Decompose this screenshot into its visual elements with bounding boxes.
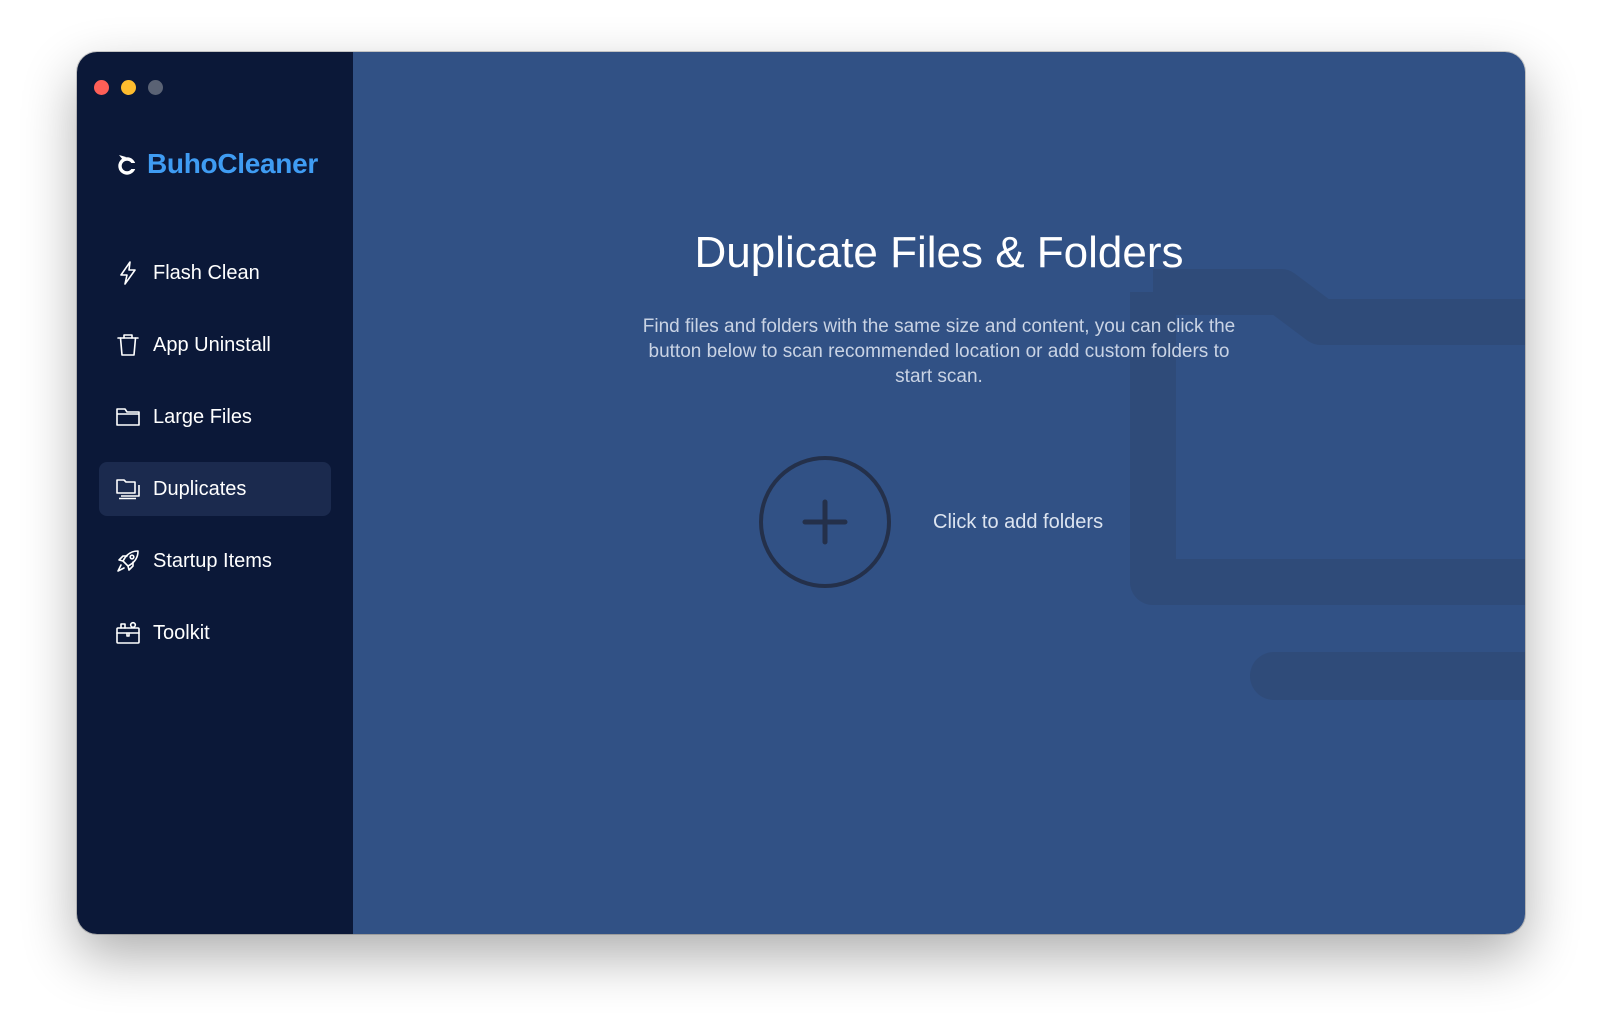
sidebar-item-toolkit[interactable]: Toolkit <box>99 606 331 660</box>
app-brand: BuhoCleaner <box>115 148 318 180</box>
page-title: Duplicate Files & Folders <box>694 228 1184 277</box>
folder-icon <box>116 408 140 426</box>
sidebar-item-label: Flash Clean <box>153 261 260 284</box>
sidebar-item-duplicates[interactable]: Duplicates <box>99 462 331 516</box>
page-description: Find files and folders with the same siz… <box>642 316 1236 387</box>
sidebar-item-label: App Uninstall <box>153 333 271 356</box>
trash-icon <box>117 334 139 356</box>
buho-logo-icon <box>118 155 137 175</box>
minimize-window-button[interactable] <box>121 80 136 95</box>
sidebar-item-startup-items[interactable]: Startup Items <box>99 534 331 588</box>
app-window: BuhoCleaner Flash Clean App Uninstall La… <box>77 52 1525 934</box>
zoom-window-button[interactable] <box>148 80 163 95</box>
window-controls <box>94 80 163 95</box>
plus-circle-icon[interactable] <box>757 454 893 590</box>
app-name: BuhoCleaner <box>147 148 318 179</box>
sidebar-nav: Flash Clean App Uninstall Large Files Du… <box>99 246 331 678</box>
rocket-icon <box>117 550 139 572</box>
sidebar-item-large-files[interactable]: Large Files <box>99 390 331 444</box>
sidebar: BuhoCleaner Flash Clean App Uninstall La… <box>77 52 353 934</box>
lightning-icon <box>120 261 136 285</box>
sidebar-item-label: Startup Items <box>153 549 272 572</box>
add-folders-button[interactable]: Click to add folders <box>757 454 1103 590</box>
sidebar-item-label: Toolkit <box>153 621 210 644</box>
main-content: Duplicate Files & Folders Find files and… <box>353 52 1525 934</box>
close-window-button[interactable] <box>94 80 109 95</box>
sidebar-item-flash-clean[interactable]: Flash Clean <box>99 246 331 300</box>
sidebar-item-app-uninstall[interactable]: App Uninstall <box>99 318 331 372</box>
add-folders-label[interactable]: Click to add folders <box>933 511 1103 534</box>
duplicate-folders-icon <box>116 479 140 500</box>
sidebar-item-label: Duplicates <box>153 477 247 500</box>
toolkit-icon <box>116 621 140 644</box>
sidebar-item-label: Large Files <box>153 405 252 428</box>
